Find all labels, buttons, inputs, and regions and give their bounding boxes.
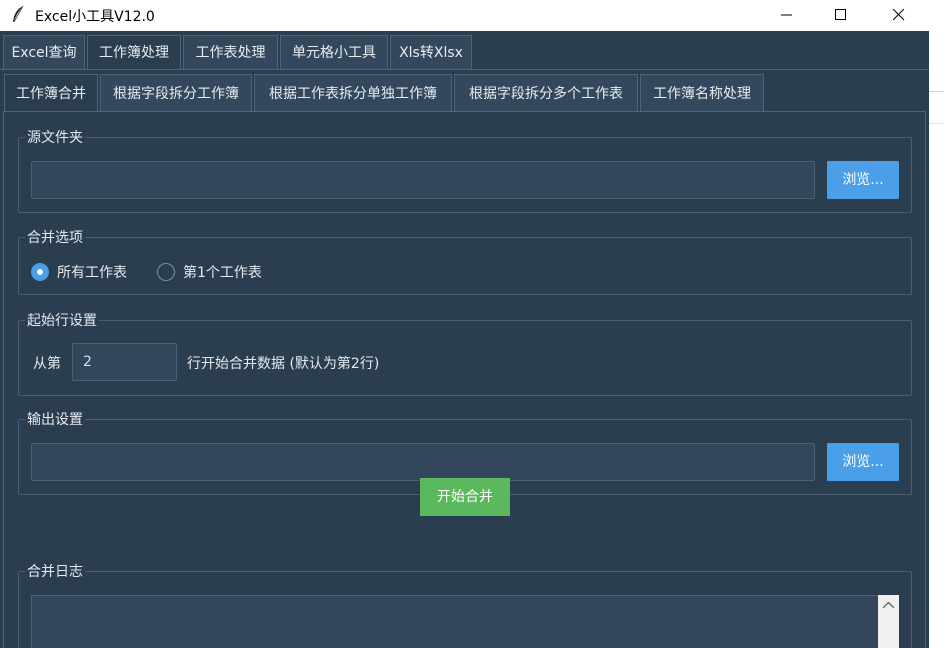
tab-divider <box>0 69 929 70</box>
tab-workbook-merge[interactable]: 工作簿合并 <box>4 74 98 112</box>
output-path-input[interactable] <box>31 443 815 481</box>
tab-excel-query[interactable]: Excel查询 <box>3 35 85 70</box>
title-bar: Excel小工具V12.0 <box>0 0 944 31</box>
tab-workbook-processing[interactable]: 工作簿处理 <box>87 35 181 70</box>
tab-label: 工作簿处理 <box>99 45 169 61</box>
maximize-button[interactable] <box>818 0 864 31</box>
radio-label: 所有工作表 <box>57 265 127 281</box>
start-row-prefix: 从第 <box>33 356 61 372</box>
start-row-label: 起始行设置 <box>25 310 99 330</box>
radio-first-sheet[interactable]: 第1个工作表 <box>157 262 262 282</box>
minimize-button[interactable] <box>764 0 810 31</box>
radio-indicator <box>31 263 49 281</box>
radio-indicator <box>157 263 175 281</box>
source-browse-button[interactable]: 浏览... <box>827 161 899 199</box>
tab-split-workbook-by-field[interactable]: 根据字段拆分工作簿 <box>100 74 252 112</box>
tab-label: Xls转Xlsx <box>399 45 463 61</box>
tab-label: 单元格小工具 <box>292 45 376 61</box>
tab-label: Excel查询 <box>11 45 77 61</box>
tab-split-field-to-sheets[interactable]: 根据字段拆分多个工作表 <box>454 74 638 112</box>
tab-workbook-rename[interactable]: 工作簿名称处理 <box>640 74 764 112</box>
source-folder-label: 源文件夹 <box>25 127 85 147</box>
radio-label: 第1个工作表 <box>183 265 262 281</box>
background-window-edge <box>929 31 944 648</box>
start-merge-button[interactable]: 开始合并 <box>420 478 510 516</box>
merge-log-label: 合并日志 <box>25 561 85 581</box>
tab-cell-tools[interactable]: 单元格小工具 <box>280 35 388 70</box>
tab-label: 工作表处理 <box>195 45 266 61</box>
output-browse-button[interactable]: 浏览... <box>827 443 899 481</box>
merge-options-label: 合并选项 <box>25 227 85 247</box>
start-row-input[interactable]: 2 <box>72 343 177 381</box>
tab-label: 根据字段拆分工作簿 <box>113 86 239 102</box>
merge-options-group <box>18 237 912 295</box>
source-folder-input[interactable] <box>31 161 815 199</box>
output-label: 输出设置 <box>25 409 85 429</box>
window-title: Excel小工具V12.0 <box>35 9 155 25</box>
close-button[interactable] <box>876 0 922 31</box>
start-row-suffix: 行开始合并数据 (默认为第2行) <box>187 356 380 372</box>
radio-all-sheets[interactable]: 所有工作表 <box>31 262 127 282</box>
log-scrollbar[interactable] <box>878 595 899 648</box>
tab-label: 工作簿名称处理 <box>653 86 751 102</box>
tab-worksheet-processing[interactable]: 工作表处理 <box>183 35 278 70</box>
tab-xls-to-xlsx[interactable]: Xls转Xlsx <box>390 35 472 70</box>
merge-log-text[interactable] <box>31 595 879 648</box>
feather-icon <box>10 5 26 25</box>
tab-split-sheets-to-workbooks[interactable]: 根据工作表拆分单独工作簿 <box>254 74 452 112</box>
tab-label: 根据字段拆分多个工作表 <box>469 86 623 102</box>
tab-label: 根据工作表拆分单独工作簿 <box>269 86 437 102</box>
tab-label: 工作簿合并 <box>16 86 86 102</box>
